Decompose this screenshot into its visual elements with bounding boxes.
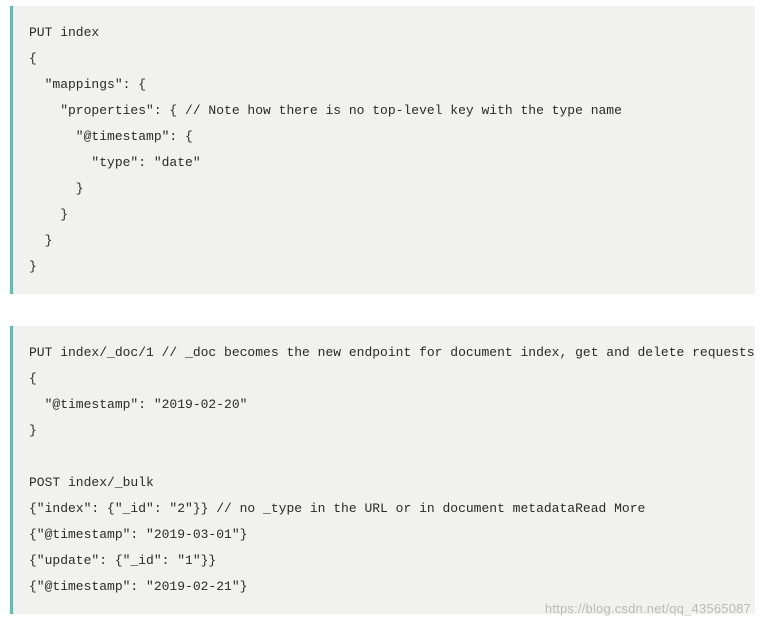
code-block-2: PUT index/_doc/1 // _doc becomes the new… (10, 326, 755, 614)
block-gap (10, 294, 755, 326)
page-container: PUT index { "mappings": { "properties": … (0, 0, 765, 624)
code-block-1: PUT index { "mappings": { "properties": … (10, 6, 755, 294)
